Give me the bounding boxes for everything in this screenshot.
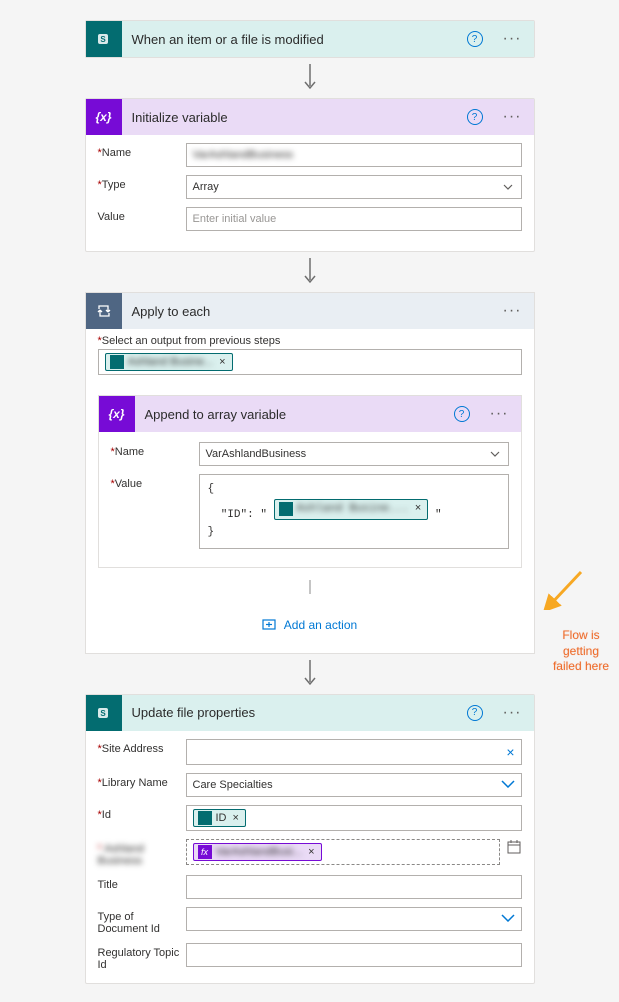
init-variable-step[interactable]: {x} Initialize variable ? ··· *Name VarA…	[85, 98, 535, 252]
title-label: Title	[98, 879, 118, 891]
loop-icon	[86, 293, 122, 329]
close-icon[interactable]: ×	[231, 812, 241, 824]
name-label: Name	[102, 147, 131, 159]
trigger-step[interactable]: S When an item or a file is modified ? ·…	[85, 20, 535, 58]
more-menu[interactable]: ···	[499, 108, 526, 126]
type-label: Type	[102, 179, 126, 191]
site-address-input[interactable]: ×	[186, 739, 522, 765]
variable-icon: {x}	[86, 99, 122, 135]
flow-arrow	[0, 258, 619, 286]
dynamic-token[interactable]: ID ×	[193, 809, 246, 827]
annotation-text: Flow is getting failed here	[547, 628, 615, 675]
close-icon[interactable]: ×	[217, 356, 227, 368]
select-output-label: Select an output from previous steps	[102, 335, 281, 347]
sharepoint-icon	[110, 355, 124, 369]
chevron-down-icon	[501, 913, 515, 925]
update-file-step[interactable]: S Update file properties ? ··· *Site Add…	[85, 694, 535, 984]
type-doc-label: Type of Document Id	[98, 911, 160, 935]
flow-arrow	[0, 64, 619, 92]
more-menu[interactable]: ···	[486, 405, 513, 423]
more-menu[interactable]: ···	[499, 302, 526, 320]
reg-topic-select[interactable]	[186, 943, 522, 967]
picker-icon[interactable]	[506, 839, 522, 858]
add-action-icon	[262, 618, 278, 632]
append-value-label: Value	[115, 478, 142, 490]
svg-text:S: S	[100, 709, 106, 718]
apply-each-title: Apply to each	[132, 304, 489, 319]
value-input[interactable]: Enter initial value	[186, 207, 522, 231]
site-address-label: Site Address	[102, 743, 164, 755]
more-menu[interactable]: ···	[499, 704, 526, 722]
library-select[interactable]: Care Specialties	[186, 773, 522, 797]
append-name-label: Name	[115, 446, 144, 458]
svg-text:S: S	[100, 35, 106, 44]
flow-arrow	[0, 660, 619, 688]
library-label: Library Name	[102, 777, 168, 789]
id-label: Id	[102, 809, 111, 821]
add-action-button[interactable]: Add an action	[262, 618, 357, 632]
expression-token[interactable]: fx VarAshlandBusi... ×	[193, 843, 322, 861]
close-icon[interactable]: ×	[306, 846, 316, 858]
append-name-select[interactable]: VarAshlandBusiness	[199, 442, 509, 466]
sharepoint-icon: S	[86, 21, 122, 57]
chevron-down-icon	[501, 779, 515, 791]
sharepoint-icon	[198, 811, 212, 825]
clear-icon[interactable]: ×	[506, 744, 514, 760]
select-output-field[interactable]: Ashland Busine... ×	[98, 349, 522, 375]
append-value-input[interactable]: { "ID": " Ashland Busine... × " }	[199, 474, 509, 549]
fx-icon: fx	[198, 845, 212, 859]
append-title: Append to array variable	[145, 407, 444, 422]
chevron-down-icon	[490, 448, 500, 460]
init-var-title: Initialize variable	[132, 110, 457, 125]
type-doc-select[interactable]	[186, 907, 522, 931]
id-field[interactable]: ID ×	[186, 805, 522, 831]
name-input[interactable]: VarAshlandBusiness	[186, 143, 522, 167]
sharepoint-icon: S	[86, 695, 122, 731]
help-icon[interactable]: ?	[467, 109, 483, 125]
dynamic-token[interactable]: Ashland Busine... ×	[274, 499, 429, 521]
ashland-field[interactable]: fx VarAshlandBusi... ×	[186, 839, 500, 865]
more-menu[interactable]: ···	[499, 30, 526, 48]
help-icon[interactable]: ?	[467, 31, 483, 47]
sharepoint-icon	[279, 502, 293, 516]
ashland-label: Ashland Business	[98, 843, 145, 867]
title-input[interactable]	[186, 875, 522, 899]
close-icon[interactable]: ×	[413, 501, 424, 519]
chevron-down-icon	[503, 181, 513, 193]
help-icon[interactable]: ?	[454, 406, 470, 422]
type-select[interactable]: Array	[186, 175, 522, 199]
variable-icon: {x}	[99, 396, 135, 432]
dynamic-token[interactable]: Ashland Busine... ×	[105, 353, 233, 371]
append-array-step[interactable]: {x} Append to array variable ? ··· *Name…	[98, 395, 522, 568]
update-file-title: Update file properties	[132, 705, 457, 720]
trigger-title: When an item or a file is modified	[132, 32, 457, 47]
help-icon[interactable]: ?	[467, 705, 483, 721]
apply-to-each-step[interactable]: Apply to each ··· *Select an output from…	[85, 292, 535, 654]
flow-arrow	[86, 580, 534, 598]
reg-topic-label: Regulatory Topic Id	[98, 947, 180, 971]
value-label: Value	[98, 211, 125, 223]
